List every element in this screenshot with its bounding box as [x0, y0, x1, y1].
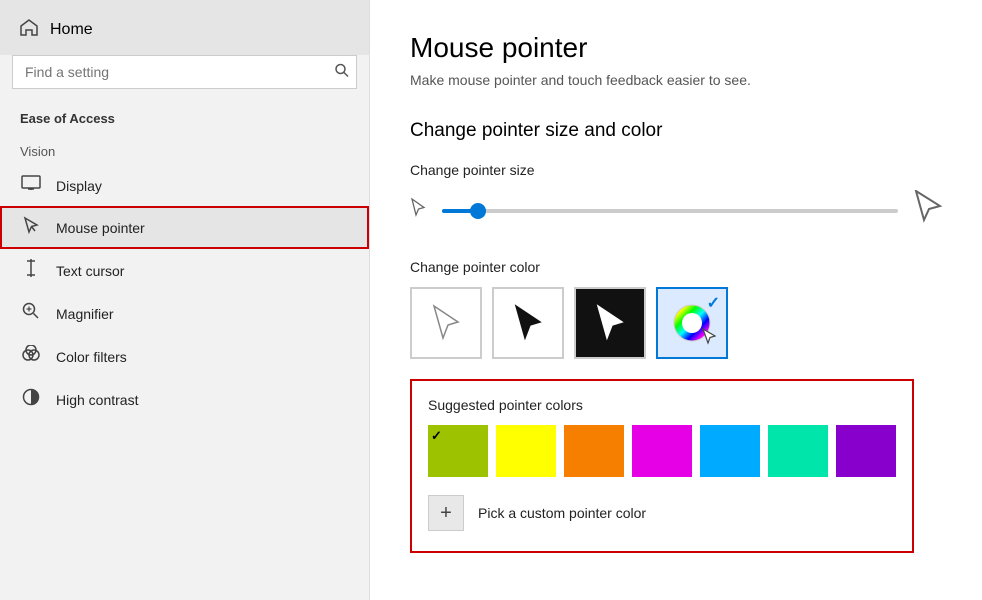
pointer-color-custom[interactable]: ✓ [656, 287, 728, 359]
main-content: Mouse pointer Make mouse pointer and tou… [370, 0, 982, 600]
sidebar-home-button[interactable]: Home [0, 0, 369, 55]
swatch-cyan[interactable] [700, 425, 760, 477]
sidebar-item-text-cursor[interactable]: Text cursor [0, 249, 369, 292]
magnifier-icon [20, 302, 42, 325]
home-icon [20, 18, 38, 41]
display-label: Display [56, 178, 102, 194]
magnifier-label: Magnifier [56, 306, 114, 322]
page-title: Mouse pointer [410, 32, 942, 64]
mouse-pointer-icon [20, 216, 42, 239]
mouse-pointer-label: Mouse pointer [56, 220, 145, 236]
cursor-small-icon [410, 198, 426, 223]
pointer-color-white[interactable] [410, 287, 482, 359]
plus-icon: + [428, 495, 464, 531]
pointer-color-black[interactable] [492, 287, 564, 359]
swatch-orange[interactable] [564, 425, 624, 477]
section-title: Change pointer size and color [410, 120, 942, 142]
search-button[interactable] [335, 64, 349, 81]
vision-label: Vision [0, 134, 369, 165]
high-contrast-icon [20, 388, 42, 411]
suggested-title: Suggested pointer colors [428, 397, 896, 413]
color-label: Change pointer color [410, 259, 942, 275]
custom-color-row[interactable]: + Pick a custom pointer color [428, 491, 896, 535]
display-icon [20, 175, 42, 196]
color-options-row: ✓ [410, 287, 942, 359]
swatch-magenta[interactable] [632, 425, 692, 477]
plus-symbol: + [440, 502, 452, 525]
home-label: Home [50, 21, 93, 39]
pointer-color-inverted[interactable] [574, 287, 646, 359]
size-label: Change pointer size [410, 162, 942, 178]
page-subtitle: Make mouse pointer and touch feedback ea… [410, 72, 942, 88]
custom-color-label: Pick a custom pointer color [478, 505, 646, 521]
search-container [12, 55, 357, 89]
swatch-check-icon: ✓ [431, 428, 442, 444]
custom-cursor-icon [702, 328, 716, 351]
sidebar-item-magnifier[interactable]: Magnifier [0, 292, 369, 335]
high-contrast-label: High contrast [56, 392, 138, 408]
text-cursor-icon [20, 259, 42, 282]
size-slider[interactable] [442, 209, 898, 213]
swatch-purple[interactable] [836, 425, 896, 477]
swatch-teal[interactable] [768, 425, 828, 477]
sidebar-item-mouse-pointer[interactable]: Mouse pointer [0, 206, 369, 249]
cursor-large-icon [914, 190, 942, 231]
swatch-yellow[interactable] [496, 425, 556, 477]
color-filters-icon [20, 345, 42, 368]
selected-check-icon: ✓ [707, 293, 720, 313]
section-label: Ease of Access [0, 107, 369, 134]
slider-row [410, 190, 942, 231]
color-filters-label: Color filters [56, 349, 127, 365]
search-input[interactable] [12, 55, 357, 89]
swatch-yellow-green[interactable]: ✓ [428, 425, 488, 477]
suggested-colors-box: Suggested pointer colors ✓ + Pick a c [410, 379, 914, 553]
text-cursor-label: Text cursor [56, 263, 124, 279]
sidebar-item-high-contrast[interactable]: High contrast [0, 378, 369, 421]
sidebar-item-color-filters[interactable]: Color filters [0, 335, 369, 378]
sidebar-item-display[interactable]: Display [0, 165, 369, 206]
sidebar: Home Ease of Access Vision Display [0, 0, 370, 600]
color-swatches-row: ✓ [428, 425, 896, 477]
slider-thumb[interactable] [470, 203, 486, 219]
